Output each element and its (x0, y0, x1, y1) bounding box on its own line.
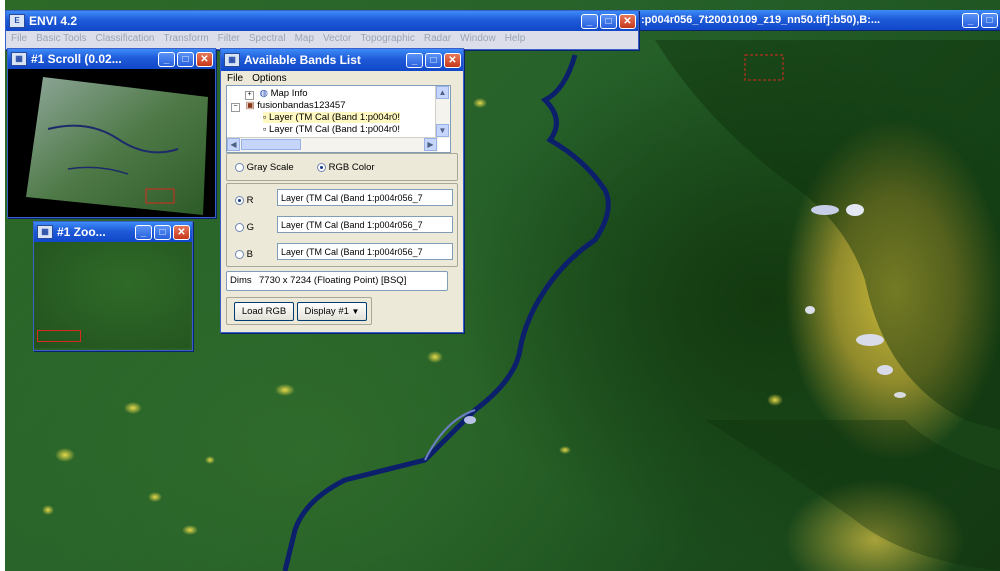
window-icon: ▦ (37, 225, 53, 239)
bands-window-titlebar[interactable]: ▦ Available Bands List _ □ ✕ (221, 49, 463, 71)
channel-r-field[interactable]: Layer (TM Cal (Band 1:p004r056_7 (277, 189, 453, 206)
channel-r-option[interactable]: R (235, 195, 254, 206)
zoom-window-titlebar[interactable]: ▦ #1 Zoo... _ □ ✕ (34, 222, 192, 242)
menu-spectral[interactable]: Spectral (249, 33, 286, 47)
available-bands-window[interactable]: ▦ Available Bands List _ □ ✕ File Option… (220, 48, 464, 333)
scroll-window[interactable]: ▦ #1 Scroll (0.02... _ □ ✕ (7, 48, 216, 218)
menu-vector[interactable]: Vector (323, 33, 351, 47)
gray-scale-radio[interactable] (235, 162, 244, 172)
menu-classification[interactable]: Classification (96, 33, 155, 47)
map-info-label: Map Info (270, 88, 308, 99)
zoom-crosshair-box (37, 330, 81, 342)
menu-filter[interactable]: Filter (218, 33, 240, 47)
scroll-down-icon[interactable]: ▼ (436, 124, 449, 137)
color-mode-group: Gray Scale RGB Color (226, 153, 458, 181)
menu-map[interactable]: Map (295, 33, 314, 47)
menu-radar[interactable]: Radar (424, 33, 451, 47)
file-icon: ▣ (245, 100, 255, 111)
file-label: fusionbandas123457 (257, 100, 346, 111)
scroll-right-icon[interactable]: ▶ (424, 138, 437, 151)
image-window-titlebar[interactable]: :p004r056_7t20010109_z19_nn50.tif]:b50),… (638, 10, 1000, 30)
close-icon[interactable]: ✕ (619, 13, 636, 29)
rgb-color-option[interactable]: RGB Color (317, 162, 375, 173)
channel-b-option[interactable]: B (235, 249, 253, 260)
rgb-channels-group: R Layer (TM Cal (Band 1:p004r056_7 G Lay… (226, 183, 458, 267)
channel-g-field[interactable]: Layer (TM Cal (Band 1:p004r056_7 (277, 216, 453, 233)
tree-horizontal-scrollbar[interactable]: ◀ ▶ (227, 137, 438, 152)
tree-item-layer[interactable]: ▫ Layer (TM Cal (Band 1:p004r0! (263, 124, 400, 135)
envi-main-window[interactable]: E ENVI 4.2 _ □ ✕ File Basic Tools Classi… (5, 10, 639, 50)
window-icon: ▦ (11, 52, 27, 66)
display-select-value: Display #1 (304, 306, 349, 317)
minimize-icon[interactable]: _ (581, 13, 598, 29)
expand-icon[interactable]: + (245, 91, 254, 100)
menu-transform[interactable]: Transform (163, 33, 208, 47)
gray-scale-label: Gray Scale (246, 162, 294, 173)
menu-file[interactable]: File (11, 33, 27, 47)
menu-basic-tools[interactable]: Basic Tools (36, 33, 86, 47)
maximize-icon[interactable]: □ (154, 224, 171, 240)
zoom-window-title: #1 Zoo... (57, 225, 106, 239)
maximize-icon[interactable]: □ (425, 52, 442, 68)
scroll-left-icon[interactable]: ◀ (227, 138, 240, 151)
rgb-color-radio[interactable] (317, 162, 326, 172)
menu-window[interactable]: Window (460, 33, 496, 47)
envi-title: ENVI 4.2 (29, 14, 78, 28)
channel-r-label: R (246, 195, 254, 206)
envi-main-titlebar[interactable]: E ENVI 4.2 _ □ ✕ (6, 11, 638, 31)
channel-g-radio[interactable] (235, 222, 244, 232)
minimize-icon[interactable]: _ (406, 52, 423, 68)
collapse-icon[interactable]: − (231, 103, 240, 112)
tree-item-layer[interactable]: ▫ Layer (TM Cal (Band 1:p004r0! (263, 112, 400, 123)
menu-topographic[interactable]: Topographic (360, 33, 414, 47)
load-rgb-button[interactable]: Load RGB (234, 302, 294, 321)
channel-g-label: G (246, 222, 255, 233)
tree-vertical-scrollbar[interactable]: ▲ ▼ (435, 86, 450, 138)
zoom-window[interactable]: ▦ #1 Zoo... _ □ ✕ (33, 221, 193, 351)
maximize-icon[interactable]: □ (600, 13, 617, 29)
display-select[interactable]: Display #1 ▼ (297, 302, 367, 321)
image-window-title: :p004r056_7t20010109_z19_nn50.tif]:b50),… (641, 14, 881, 26)
gray-scale-option[interactable]: Gray Scale (235, 162, 294, 173)
maximize-icon[interactable]: □ (177, 51, 194, 67)
globe-icon: ◍ (259, 88, 268, 99)
scroll-overview-image[interactable] (8, 69, 213, 215)
envi-app-icon: E (9, 14, 25, 28)
close-icon[interactable]: ✕ (196, 51, 213, 67)
bands-window-title: Available Bands List (244, 53, 361, 67)
bands-tree[interactable]: + ◍ Map Info − ▣ fusionbandas123457 ▫ La… (226, 85, 451, 153)
maximize-icon[interactable]: □ (981, 12, 998, 28)
layer-label: Layer (TM Cal (Band 1:p004r0! (269, 124, 400, 135)
minimize-icon[interactable]: _ (962, 12, 979, 28)
image-window[interactable]: :p004r056_7t20010109_z19_nn50.tif]:b50),… (638, 10, 1000, 30)
dims-label: Dims (230, 275, 252, 286)
scroll-up-icon[interactable]: ▲ (436, 86, 449, 99)
tree-item-file[interactable]: − ▣ fusionbandas123457 (231, 100, 345, 112)
channel-r-radio[interactable] (235, 195, 244, 205)
dims-box: Dims 7730 x 7234 (Floating Point) [BSQ] (226, 271, 448, 291)
channel-b-field[interactable]: Layer (TM Cal (Band 1:p004r056_7 (277, 243, 453, 260)
dims-value: 7730 x 7234 (Floating Point) [BSQ] (259, 275, 407, 286)
scroll-window-title: #1 Scroll (0.02... (31, 52, 122, 66)
channel-b-radio[interactable] (235, 249, 244, 259)
close-icon[interactable]: ✕ (444, 52, 461, 68)
envi-menubar: File Basic Tools Classification Transfor… (6, 31, 638, 49)
channel-g-option[interactable]: G (235, 222, 254, 233)
scroll-window-titlebar[interactable]: ▦ #1 Scroll (0.02... _ □ ✕ (8, 49, 215, 69)
menu-help[interactable]: Help (505, 33, 526, 47)
scroll-thumb[interactable] (241, 139, 301, 150)
close-icon[interactable]: ✕ (173, 224, 190, 240)
window-icon: ▦ (224, 53, 240, 67)
chevron-down-icon: ▼ (351, 307, 360, 316)
tree-item-map-info[interactable]: + ◍ Map Info (245, 88, 308, 100)
rgb-color-label: RGB Color (328, 162, 375, 173)
minimize-icon[interactable]: _ (135, 224, 152, 240)
layer-label: Layer (TM Cal (Band 1:p004r0! (269, 112, 400, 123)
zoom-image[interactable] (34, 242, 190, 348)
action-group: Load RGB Display #1 ▼ (226, 297, 372, 325)
channel-b-label: B (246, 249, 253, 260)
minimize-icon[interactable]: _ (158, 51, 175, 67)
